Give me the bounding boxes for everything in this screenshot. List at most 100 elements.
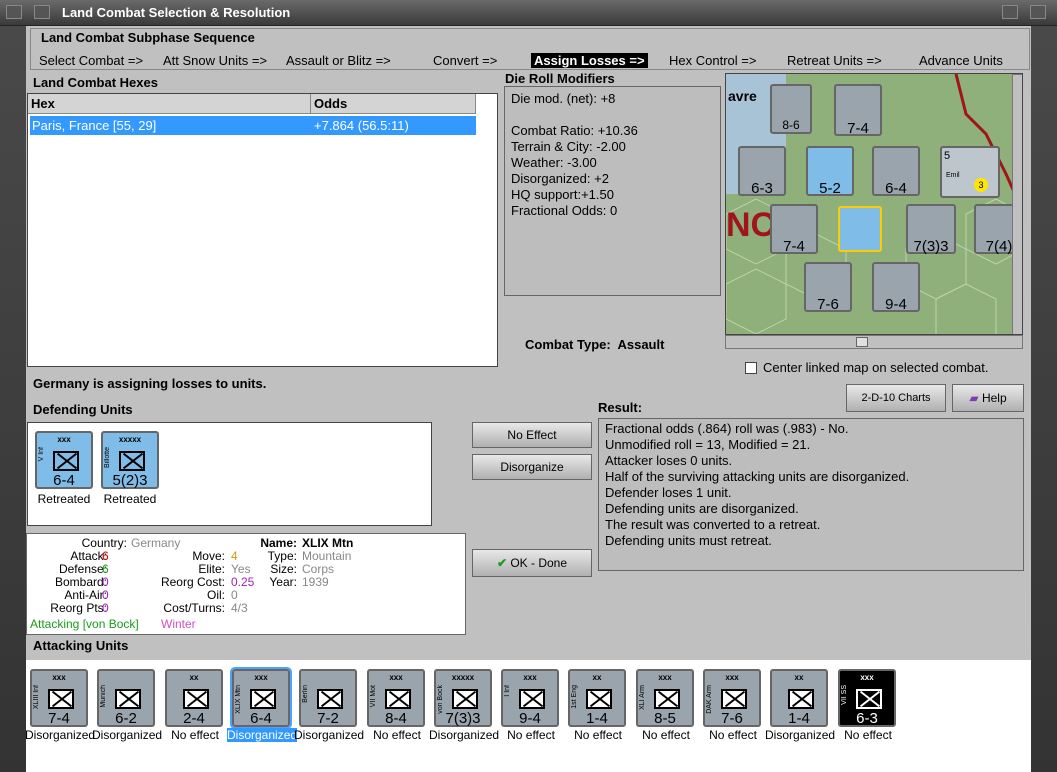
charts-button[interactable]: 2-D-10 Charts xyxy=(846,384,946,412)
map-region-label: NC xyxy=(726,206,776,244)
result-line: Fractional odds (.864) roll was (.983) -… xyxy=(605,421,849,436)
attacking-list[interactable]: xxx XLIII Inf 7-4 Disorganized Munich 6-2 Diso… xyxy=(25,660,1031,772)
unit-status: No effect xyxy=(574,728,622,742)
die-roll-panel: Die mod. (net): +8 Combat Ratio: +10.36 … xyxy=(504,86,721,296)
map-counter[interactable]: 6-3 xyxy=(738,146,786,197)
unit-status: Retreated xyxy=(37,492,91,506)
result-line: Defender loses 1 unit. xyxy=(605,485,732,500)
book-icon: ▰ xyxy=(969,391,979,405)
disorganize-button[interactable]: Disorganize xyxy=(472,454,592,480)
die-roll-line: Weather: -3.00 xyxy=(511,155,597,170)
map-counter[interactable]: 7-6 xyxy=(804,262,852,313)
step-hex-control[interactable]: Hex Control => xyxy=(669,53,756,68)
unit-status: No effect xyxy=(171,728,219,742)
unit-status: No effect xyxy=(373,728,421,742)
hexes-label: Land Combat Hexes xyxy=(33,75,158,90)
defending-unit-counter[interactable]: xxxxx Billotte 5(2)3 xyxy=(101,431,159,489)
close-icon[interactable] xyxy=(1030,5,1046,19)
window-title: Land Combat Selection & Resolution xyxy=(62,5,291,20)
result-panel: Fractional odds (.864) roll was (.983) -… xyxy=(598,418,1024,571)
unit-status: Disorganized xyxy=(92,728,163,742)
help-button[interactable]: ▰ Help xyxy=(952,384,1024,412)
unit-status: No effect xyxy=(642,728,690,742)
hexes-col-hex[interactable]: Hex xyxy=(28,94,311,114)
combat-type-value: Assault xyxy=(617,337,665,352)
map-counter[interactable]: 8-6 xyxy=(770,84,812,134)
map-hscroll-thumb[interactable] xyxy=(856,337,868,347)
attacking-unit-counter[interactable]: Berlin 7-2 xyxy=(299,669,357,727)
step-assault-or-blitz[interactable]: Assault or Blitz => xyxy=(286,53,391,68)
combat-type: Combat Type: Assault xyxy=(525,337,664,352)
hex-cell: Paris, France [55, 29] xyxy=(32,118,157,133)
die-roll-label: Die Roll Modifiers xyxy=(505,71,615,86)
step-select-combat[interactable]: Select Combat => xyxy=(39,53,143,68)
map-counter[interactable]: 7-4 xyxy=(834,84,882,137)
unit-info-panel: Country: Germany Attack: 6 Defense: 6 Bo… xyxy=(26,533,466,635)
attacking-unit-counter[interactable]: Munich 6-2 xyxy=(97,669,155,727)
map-counter[interactable]: 5-2 xyxy=(806,146,854,197)
map-hscroll-bar[interactable] xyxy=(725,335,1023,349)
step-retreat-units[interactable]: Retreat Units => xyxy=(787,53,882,68)
attacking-unit-counter[interactable]: xxx XLIX Mtn 6-4 xyxy=(230,667,292,729)
unit-status: Disorganized xyxy=(429,728,500,742)
attacking-unit-counter[interactable]: xx 1-4 xyxy=(770,669,828,727)
result-line: Half of the surviving attacking units ar… xyxy=(605,469,910,484)
unit-status: Disorganized xyxy=(227,728,298,742)
step-advance-units[interactable]: Advance Units xyxy=(919,53,1003,68)
combat-map[interactable]: avre NC 8-6 7-4 6-3 5-2 6-4 5 Emil 3 7-4… xyxy=(725,73,1023,335)
unit-status: Disorganized xyxy=(25,728,96,742)
attacking-unit-counter[interactable]: xxx XLI Arm 8-5 xyxy=(636,669,694,727)
die-roll-line: HQ support:+1.50 xyxy=(511,187,614,202)
minimize-icon[interactable] xyxy=(34,5,50,19)
defending-label: Defending Units xyxy=(33,402,133,417)
attacking-unit-counter[interactable]: xx 1st Eng 1-4 xyxy=(568,669,626,727)
step-convert[interactable]: Convert => xyxy=(433,53,497,68)
die-roll-line: Disorganized: +2 xyxy=(511,171,609,186)
unit-status: Disorganized xyxy=(294,728,365,742)
title-bar[interactable]: Land Combat Selection & Resolution xyxy=(0,0,1057,26)
map-counter-target[interactable] xyxy=(838,206,882,252)
map-counter[interactable]: 7(3)3 xyxy=(906,204,956,255)
result-line: Defending units must retreat. xyxy=(605,533,772,548)
hexes-table[interactable]: Hex Odds Paris, France [55, 29] +7.864 (… xyxy=(27,93,498,367)
map-counter[interactable]: 9-4 xyxy=(872,262,920,313)
unit-status: Retreated xyxy=(103,492,157,506)
attacking-unit-counter[interactable]: xxx VII Mot 8-4 xyxy=(367,669,425,727)
center-map-checkbox[interactable] xyxy=(745,362,757,374)
map-counter[interactable]: 5 Emil 3 xyxy=(940,146,1000,198)
checkmark-icon: ✔ xyxy=(496,556,507,570)
status-message: Germany is assigning losses to units. xyxy=(33,376,267,391)
die-roll-line: Die mod. (net): +8 xyxy=(511,91,616,106)
system-menu-icon[interactable] xyxy=(6,5,22,19)
map-counter[interactable]: 7-4 xyxy=(770,204,818,255)
odds-cell: +7.864 (56.5:11) xyxy=(314,118,409,133)
maximize-icon[interactable] xyxy=(1002,5,1018,19)
attacking-unit-counter[interactable]: xxx XLIII Inf 7-4 xyxy=(30,669,88,727)
unit-status: No effect xyxy=(507,728,555,742)
result-line: Defending units are disorganized. xyxy=(605,501,799,516)
die-roll-line: Fractional Odds: 0 xyxy=(511,203,618,218)
result-line: Attacker loses 0 units. xyxy=(605,453,733,468)
table-row[interactable]: Paris, France [55, 29] +7.864 (56.5:11) xyxy=(30,116,476,135)
result-line: The result was converted to a retreat. xyxy=(605,517,821,532)
map-vscroll[interactable] xyxy=(1012,74,1022,334)
ok-done-button[interactable]: ✔ OK - Done xyxy=(472,549,592,577)
attacking-unit-counter[interactable]: xxx DAK Arm 7-6 xyxy=(703,669,761,727)
attacking-unit-counter[interactable]: xxx I Inf 9-4 xyxy=(501,669,559,727)
subphase-panel: Land Combat Subphase Sequence Select Com… xyxy=(30,28,1030,70)
step-assign-losses[interactable]: Assign Losses => xyxy=(531,53,648,68)
map-city-label: avre xyxy=(728,88,757,104)
die-roll-line: Terrain & City: -2.00 xyxy=(511,139,626,154)
map-counter[interactable]: 6-4 xyxy=(872,146,920,197)
attacking-unit-counter[interactable]: xx 2-4 xyxy=(165,669,223,727)
attacking-unit-counter[interactable]: xxx VII SS 6-3 xyxy=(838,669,896,727)
unit-status: No effect xyxy=(844,728,892,742)
step-att-snow-units[interactable]: Att Snow Units => xyxy=(163,53,267,68)
attacking-unit-counter[interactable]: xxxxx von Bock 7(3)3 xyxy=(434,669,492,727)
defending-unit-counter[interactable]: xxx V Inf 6-4 xyxy=(35,431,93,489)
die-roll-line: Combat Ratio: +10.36 xyxy=(511,123,638,138)
defending-list[interactable]: xxx V Inf 6-4 Retreated xxxxx Billotte 5… xyxy=(27,422,432,526)
hexes-col-odds[interactable]: Odds xyxy=(311,94,476,114)
no-effect-button[interactable]: No Effect xyxy=(472,422,592,448)
combat-type-label: Combat Type: xyxy=(525,337,611,352)
